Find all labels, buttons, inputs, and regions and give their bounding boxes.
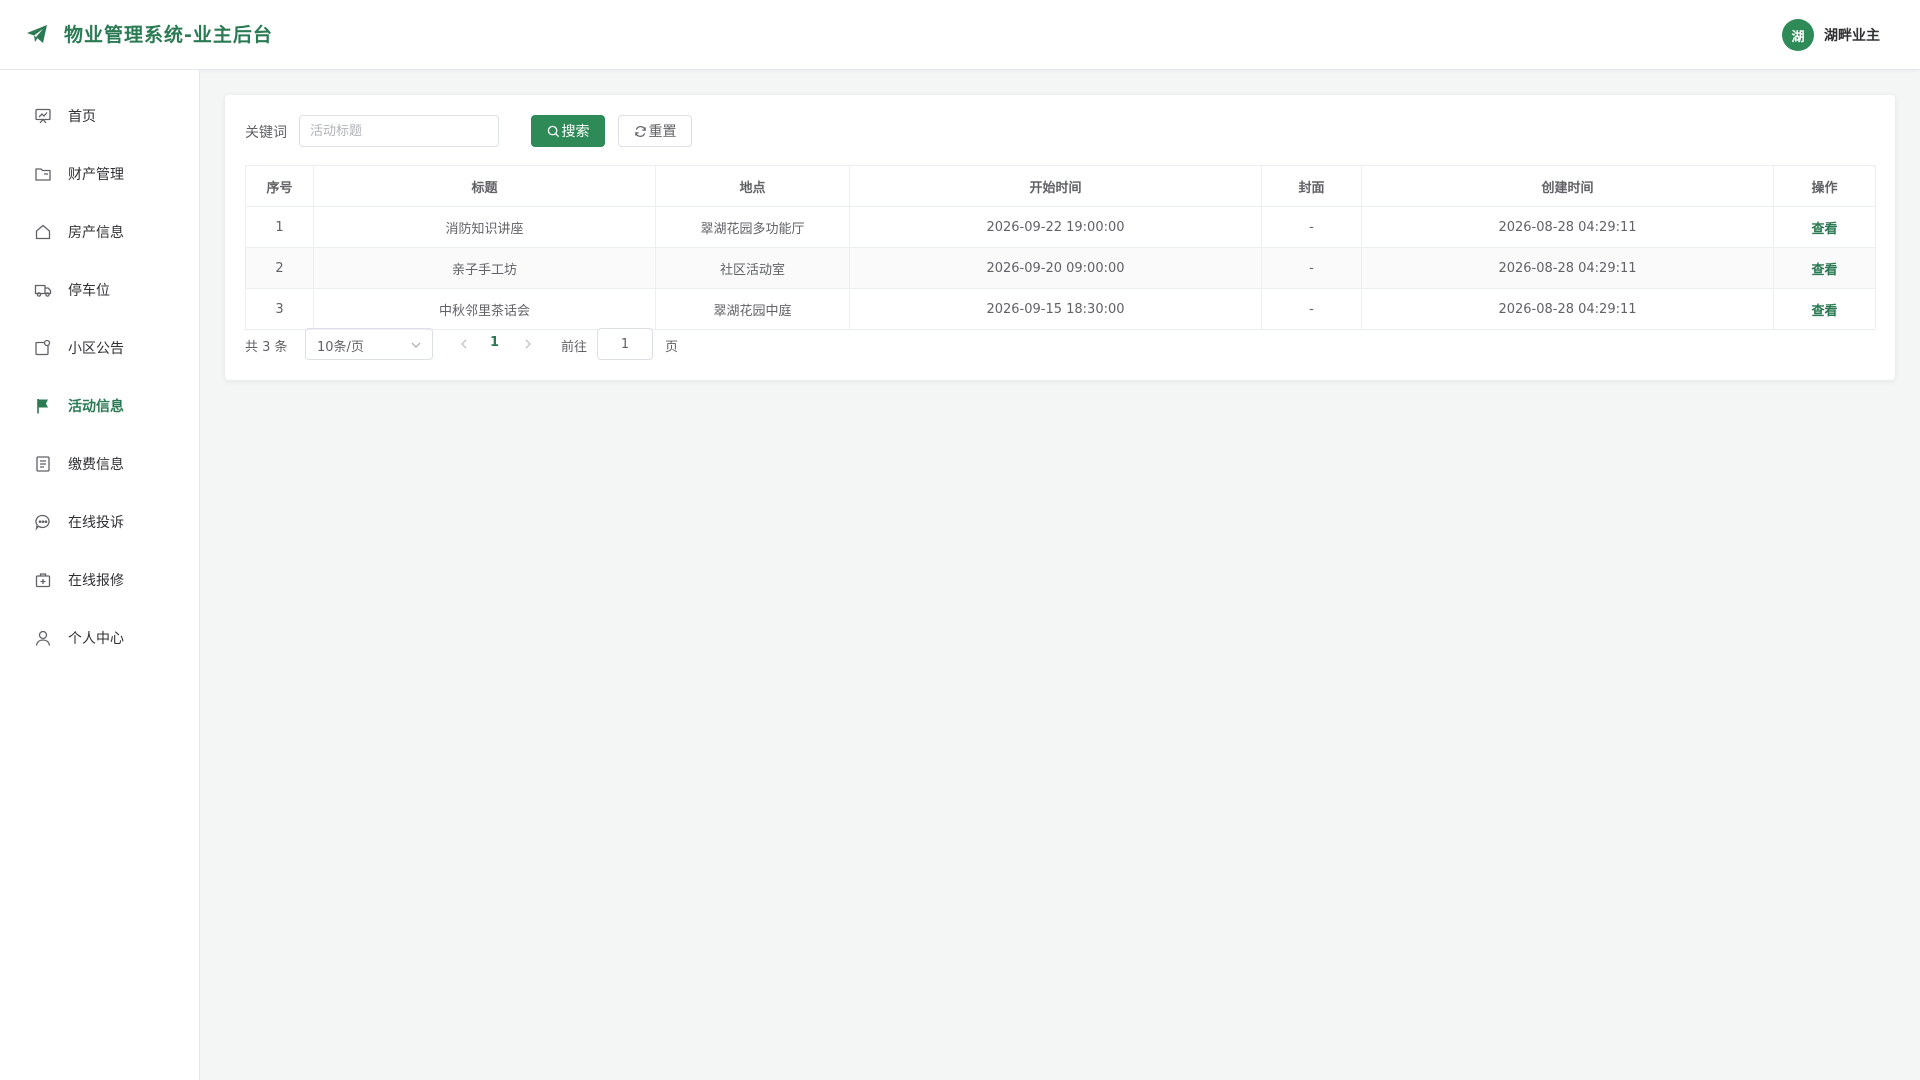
sidebar-item-label: 小区公告 xyxy=(68,341,124,357)
column-header: 创建时间 xyxy=(1361,165,1774,207)
pagination: 共 3 条 10条/页 1 前往 页 xyxy=(245,328,845,360)
sidebar-item-property-management[interactable]: 财产管理 xyxy=(0,145,199,203)
cell-start-time: 2026-09-22 19:00:00 xyxy=(849,206,1262,248)
cell-created-time: 2026-08-28 04:29:11 xyxy=(1361,247,1774,289)
view-link[interactable]: 查看 xyxy=(1811,304,1837,319)
sidebar-item-label: 在线报修 xyxy=(68,573,124,589)
table-row: 1 消防知识讲座 翠湖花园多功能厅 2026-09-22 19:00:00 - … xyxy=(245,206,1876,248)
sidebar-item-label: 在线投诉 xyxy=(68,515,124,531)
search-button-label: 搜索 xyxy=(561,124,590,140)
sidebar-item-notice[interactable]: 小区公告 xyxy=(0,319,199,377)
sidebar-item-house-info[interactable]: 房产信息 xyxy=(0,203,199,261)
user-name[interactable]: 湖畔业主 xyxy=(1824,25,1880,45)
cell-location: 翠湖花园多功能厅 xyxy=(655,206,850,248)
cell-created-time: 2026-08-28 04:29:11 xyxy=(1361,206,1774,248)
page-size-select[interactable]: 10条/页 xyxy=(305,328,433,360)
sidebar-item-repair[interactable]: 在线报修 xyxy=(0,551,199,609)
cell-title: 消防知识讲座 xyxy=(313,206,656,248)
goto-label: 前往 xyxy=(561,340,588,355)
keyword-label: 关键词 xyxy=(245,125,287,141)
column-header: 开始时间 xyxy=(849,165,1262,207)
reset-button-label: 重置 xyxy=(648,124,677,140)
activity-table: 序号 标题 地点 开始时间 封面 创建时间 操作 1 消防知识讲座 翠湖花园多功… xyxy=(245,165,1876,330)
cell-action: 查看 xyxy=(1773,247,1876,289)
sidebar-item-label: 缴费信息 xyxy=(68,457,124,473)
document-icon xyxy=(36,456,50,472)
page-number-current[interactable]: 1 xyxy=(490,335,499,350)
brand: 物业管理系统-业主后台 xyxy=(25,20,273,47)
reset-button[interactable]: 重置 xyxy=(618,115,692,147)
table-row: 3 中秋邻里茶话会 翠湖花园中庭 2026-09-15 18:30:00 - 2… xyxy=(245,288,1876,330)
page-size-value: 10条/页 xyxy=(317,340,364,355)
cell-start-time: 2026-09-20 09:00:00 xyxy=(849,247,1262,289)
cell-created-time: 2026-08-28 04:29:11 xyxy=(1361,288,1774,330)
folder-icon xyxy=(35,168,51,181)
page-unit-label: 页 xyxy=(665,340,679,355)
search-button[interactable]: 搜索 xyxy=(531,115,605,147)
column-header: 序号 xyxy=(245,165,314,207)
user-menu[interactable]: 湖 湖畔业主 xyxy=(1782,19,1880,51)
column-header: 地点 xyxy=(655,165,850,207)
cell-action: 查看 xyxy=(1773,288,1876,330)
chat-icon xyxy=(35,514,50,531)
cell-title: 中秋邻里茶话会 xyxy=(313,288,656,330)
refresh-icon xyxy=(634,125,646,137)
column-header: 封面 xyxy=(1261,165,1362,207)
view-link[interactable]: 查看 xyxy=(1811,222,1837,237)
cell-start-time: 2026-09-15 18:30:00 xyxy=(849,288,1262,330)
sidebar-item-home[interactable]: 首页 xyxy=(0,87,199,145)
table-header-row: 序号 标题 地点 开始时间 封面 创建时间 操作 xyxy=(245,165,1876,207)
cell-location: 翠湖花园中庭 xyxy=(655,288,850,330)
sidebar-item-label: 首页 xyxy=(68,109,96,125)
sidebar-item-label: 财产管理 xyxy=(68,167,124,183)
column-header: 标题 xyxy=(313,165,656,207)
cell-index: 3 xyxy=(245,288,314,330)
cell-cover: - xyxy=(1261,247,1362,289)
sidebar-item-parking[interactable]: 停车位 xyxy=(0,261,199,319)
sidebar-item-activity[interactable]: 活动信息 xyxy=(0,377,199,435)
activity-list-card: 关键词 搜索 重置 序号 标题 地点 开始时间 封面 创建时间 操作 xyxy=(225,95,1895,380)
truck-icon xyxy=(34,284,52,297)
sidebar-item-label: 停车位 xyxy=(68,283,110,299)
avatar[interactable]: 湖 xyxy=(1782,19,1814,51)
sidebar-item-label: 个人中心 xyxy=(68,631,124,647)
cell-cover: - xyxy=(1261,288,1362,330)
repair-kit-icon xyxy=(35,573,51,588)
cell-location: 社区活动室 xyxy=(655,247,850,289)
sidebar: 首页 财产管理 房产信息 停车位 小区公告 活动信息 缴费信息 在线投诉 在线报… xyxy=(0,70,200,1080)
column-header: 操作 xyxy=(1773,165,1876,207)
view-link[interactable]: 查看 xyxy=(1811,263,1837,278)
cell-index: 2 xyxy=(245,247,314,289)
cell-title: 亲子手工坊 xyxy=(313,247,656,289)
prev-page-icon[interactable] xyxy=(458,337,470,351)
sidebar-item-label: 活动信息 xyxy=(68,399,124,415)
cell-action: 查看 xyxy=(1773,206,1876,248)
paper-plane-icon xyxy=(27,24,47,43)
notice-icon xyxy=(35,339,51,356)
cell-index: 1 xyxy=(245,206,314,248)
pagination-total: 共 3 条 xyxy=(245,340,288,355)
next-page-icon[interactable] xyxy=(522,337,534,351)
house-icon xyxy=(35,224,51,240)
cell-cover: - xyxy=(1261,206,1362,248)
top-header: 物业管理系统-业主后台 湖 湖畔业主 xyxy=(0,0,1920,70)
goto-page-input[interactable] xyxy=(597,328,653,360)
search-icon xyxy=(547,125,559,137)
keyword-input[interactable] xyxy=(299,115,499,147)
chevron-down-icon xyxy=(411,342,421,348)
sidebar-item-label: 房产信息 xyxy=(68,225,124,241)
flag-icon xyxy=(37,399,48,414)
app-title: 物业管理系统-业主后台 xyxy=(64,24,273,46)
dashboard-icon xyxy=(35,108,51,124)
sidebar-item-payment[interactable]: 缴费信息 xyxy=(0,435,199,493)
sidebar-item-profile[interactable]: 个人中心 xyxy=(0,609,199,667)
table-row: 2 亲子手工坊 社区活动室 2026-09-20 09:00:00 - 2026… xyxy=(245,247,1876,289)
sidebar-item-complaint[interactable]: 在线投诉 xyxy=(0,493,199,551)
user-icon xyxy=(35,630,51,646)
